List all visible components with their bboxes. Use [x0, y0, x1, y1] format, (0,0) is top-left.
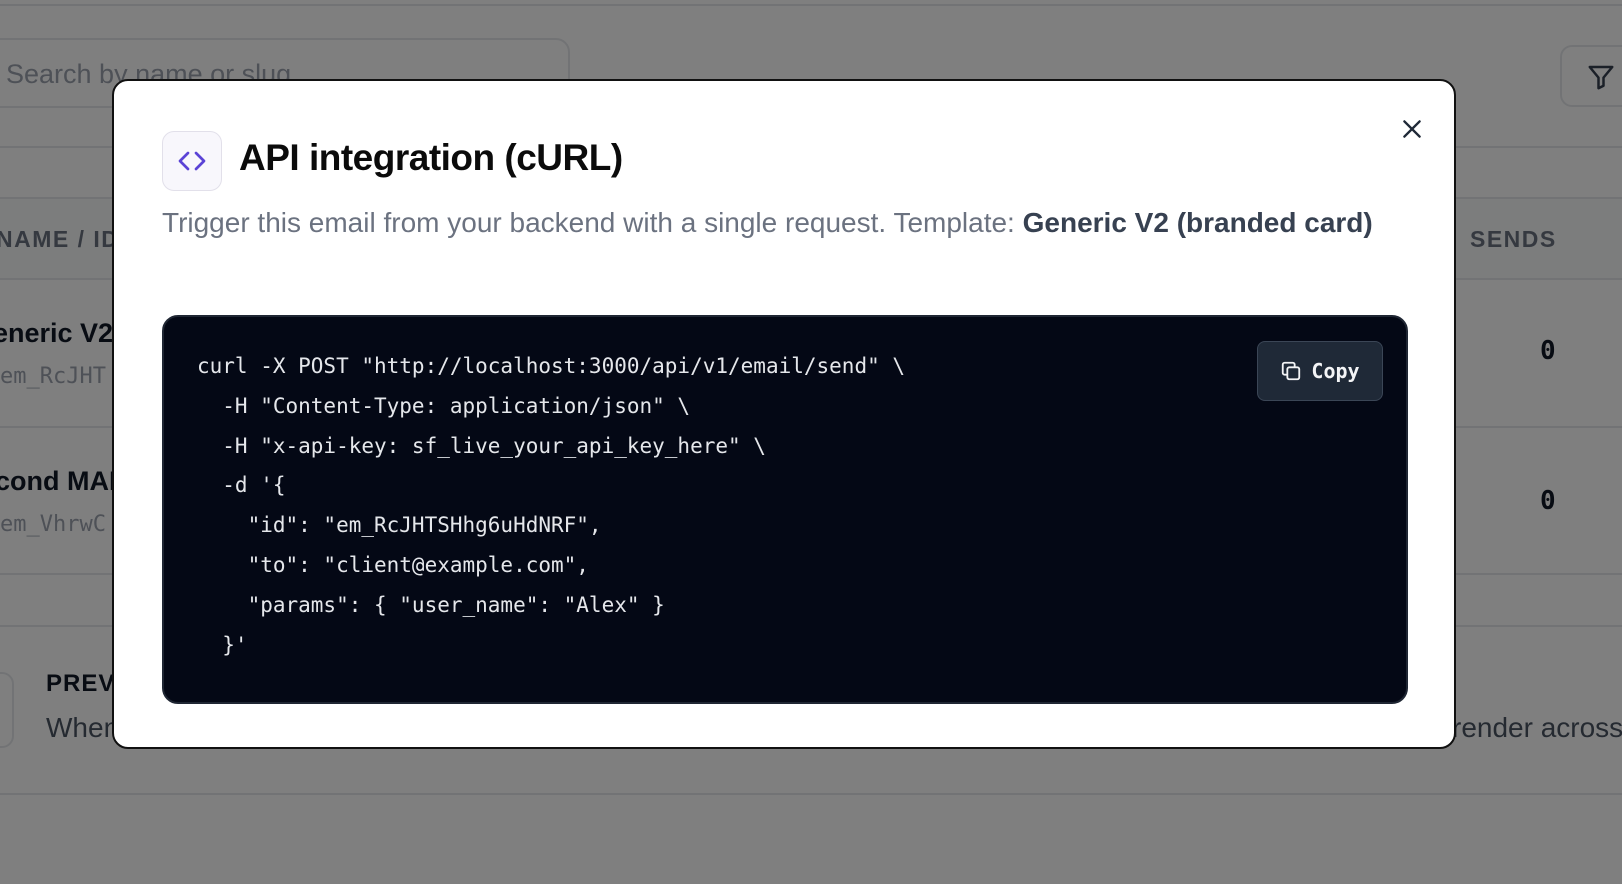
modal-title: API integration (cURL): [239, 137, 623, 178]
api-integration-modal: API integration (cURL) Trigger this emai…: [112, 79, 1456, 749]
description-text: Trigger this email from your backend wit…: [162, 207, 1023, 238]
code-brackets-icon: [178, 151, 206, 171]
modal-description: Trigger this email from your backend wit…: [162, 203, 1392, 243]
copy-icon: [1282, 361, 1301, 381]
close-icon: [1403, 120, 1421, 138]
code-block: curl -X POST "http://localhost:3000/api/…: [162, 315, 1408, 704]
code-icon-badge: [162, 131, 222, 191]
copy-label: Copy: [1311, 359, 1360, 383]
copy-button[interactable]: Copy: [1257, 341, 1383, 401]
close-button[interactable]: [1392, 109, 1432, 149]
curl-code[interactable]: curl -X POST "http://localhost:3000/api/…: [197, 347, 905, 665]
template-name: Generic V2 (branded card): [1022, 207, 1373, 238]
